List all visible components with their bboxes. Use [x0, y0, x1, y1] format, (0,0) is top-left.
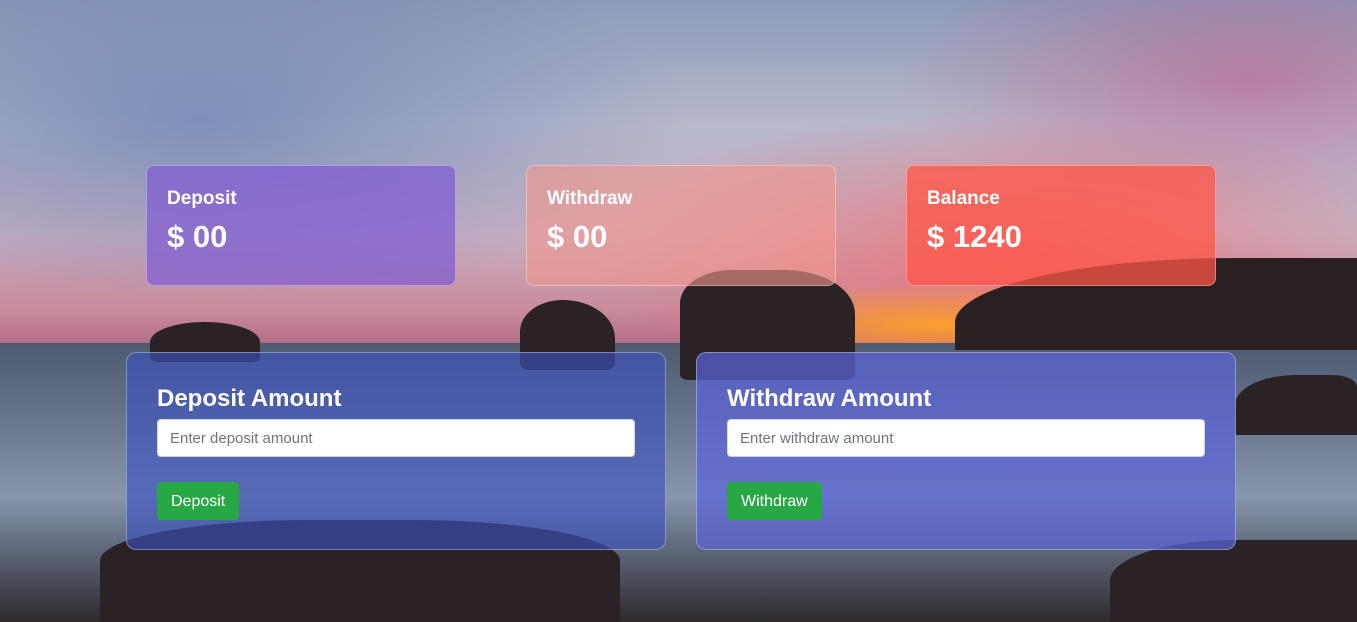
withdraw-summary-label: Withdraw: [547, 188, 633, 209]
deposit-form-title: Deposit Amount: [157, 385, 342, 412]
withdraw-summary-card: Withdraw $ 00: [526, 165, 836, 286]
balance-summary-card: Balance $ 1240: [906, 165, 1216, 286]
rock-image: [1110, 540, 1357, 622]
withdraw-form-panel: Withdraw Amount Withdraw: [696, 352, 1236, 550]
deposit-amount-input[interactable]: [157, 419, 635, 457]
balance-summary-label: Balance: [927, 188, 1000, 209]
balance-summary-value: $ 1240: [927, 219, 1022, 254]
background-scene: Deposit $ 00 Withdraw $ 00 Balance $ 124…: [0, 0, 1357, 622]
deposit-form-panel: Deposit Amount Deposit: [126, 352, 666, 550]
withdraw-form-title: Withdraw Amount: [727, 385, 932, 412]
rock-image: [1235, 375, 1357, 435]
withdraw-amount-input[interactable]: [727, 419, 1205, 457]
deposit-summary-label: Deposit: [167, 188, 237, 209]
deposit-summary-value: $ 00: [167, 219, 228, 254]
deposit-button[interactable]: Deposit: [157, 482, 240, 520]
withdraw-summary-value: $ 00: [547, 219, 608, 254]
deposit-summary-card: Deposit $ 00: [146, 165, 456, 286]
withdraw-button[interactable]: Withdraw: [727, 482, 822, 520]
